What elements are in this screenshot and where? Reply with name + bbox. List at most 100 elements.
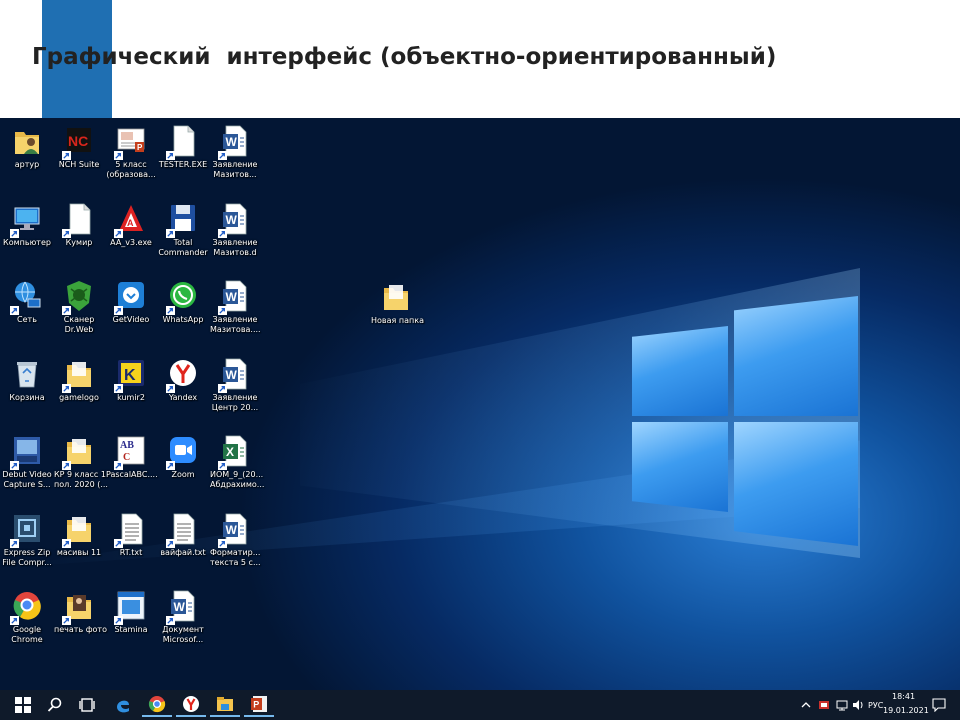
desktop-shortcut[interactable]: Google Chrome bbox=[2, 589, 52, 645]
desktop-shortcut[interactable]: W Заявление Мазитов.d bbox=[210, 202, 260, 258]
svg-text:P: P bbox=[137, 143, 143, 152]
yandex-button[interactable] bbox=[176, 693, 206, 717]
desktop-shortcut[interactable]: gamelogo bbox=[54, 357, 104, 403]
desktop-shortcut[interactable]: КР 9 класс 1 пол. 2020 (... bbox=[54, 434, 108, 490]
express-zip-icon bbox=[10, 512, 42, 548]
word-document-icon: W bbox=[218, 512, 250, 548]
search-icon bbox=[47, 697, 62, 712]
desktop-shortcut-label: Заявление Мазитов... bbox=[212, 160, 258, 179]
user-folder-icon bbox=[12, 124, 42, 158]
explorer-button[interactable] bbox=[210, 693, 240, 717]
desktop-shortcut[interactable]: X ИОМ_9_(20... Абдрахимо... bbox=[210, 434, 264, 490]
chrome-icon bbox=[148, 696, 166, 713]
desktop-shortcut[interactable]: P 5 класс (образова... bbox=[106, 124, 156, 180]
computer-icon bbox=[10, 202, 42, 238]
desktop-shortcut-label: AA_v3.exe bbox=[110, 237, 152, 247]
desktop-shortcut-label: Документ Microsof... bbox=[162, 625, 204, 644]
task-view-button[interactable] bbox=[72, 693, 102, 717]
desktop-shortcut[interactable]: Zoom bbox=[158, 434, 208, 480]
desktop-shortcut[interactable]: Новая папка bbox=[371, 280, 424, 326]
whatsapp-icon bbox=[166, 279, 198, 315]
desktop-shortcut[interactable]: Debut Video Capture S... bbox=[2, 434, 52, 490]
desktop-shortcut-label: КР 9 класс 1 пол. 2020 (... bbox=[54, 470, 108, 489]
ammyy-admin-icon: A bbox=[114, 202, 146, 238]
desktop-shortcut[interactable]: A AA_v3.exe bbox=[106, 202, 156, 248]
chrome-button[interactable] bbox=[142, 693, 172, 717]
desktop-shortcut-label: RT.txt bbox=[119, 547, 143, 557]
photo-folder-icon bbox=[62, 589, 94, 625]
svg-text:K: K bbox=[124, 367, 136, 384]
desktop-shortcut[interactable]: Kkumir2 bbox=[106, 357, 156, 403]
desktop-shortcut-label: Express Zip File Compr... bbox=[2, 547, 52, 567]
clock-date[interactable]: 19.01.2021 bbox=[883, 706, 929, 715]
desktop-shortcut[interactable]: W Документ Microsof... bbox=[158, 589, 208, 645]
language-indicator[interactable]: РУС bbox=[868, 701, 883, 710]
svg-text:W: W bbox=[226, 135, 238, 149]
network-button[interactable] bbox=[834, 693, 850, 717]
desktop-shortcut-label: TESTER.EXE bbox=[158, 160, 208, 169]
getvideo-icon bbox=[114, 279, 146, 315]
debut-video-icon bbox=[10, 434, 42, 470]
folder-icon bbox=[381, 280, 411, 314]
desktop-shortcut-label: Stamina bbox=[114, 625, 148, 634]
word-document-icon: W bbox=[218, 202, 250, 238]
desktop-shortcut[interactable]: W Форматир... текста 5 с... bbox=[210, 512, 261, 568]
notifications-button[interactable] bbox=[930, 693, 948, 717]
desktop-shortcut-label: WhatsApp bbox=[162, 315, 204, 324]
tray-app-button[interactable] bbox=[816, 693, 832, 717]
powerpoint-button[interactable]: P bbox=[244, 693, 274, 717]
yandex-browser-icon bbox=[166, 357, 198, 393]
desktop-shortcut[interactable]: AB C PascalABC.... bbox=[106, 434, 158, 480]
clock-time[interactable]: 18:41 bbox=[892, 692, 915, 701]
tray-app-icon bbox=[819, 701, 829, 709]
desktop-shortcut-label: Сеть bbox=[17, 315, 37, 324]
desktop-shortcut[interactable]: печать фото bbox=[54, 589, 107, 635]
folder-icon bbox=[62, 512, 94, 548]
start-button[interactable] bbox=[8, 693, 38, 717]
kumir2-icon: K bbox=[114, 357, 146, 393]
desktop-shortcut[interactable]: TESTER.EXE bbox=[158, 124, 208, 170]
network-icon bbox=[836, 700, 848, 711]
desktop-shortcut[interactable]: WhatsApp bbox=[158, 279, 208, 325]
desktop-shortcut[interactable]: Express Zip File Compr... bbox=[2, 512, 52, 568]
desktop-shortcut-label: Zoom bbox=[171, 470, 195, 479]
search-button[interactable] bbox=[40, 693, 70, 717]
desktop-shortcut-label: GetVideo bbox=[112, 315, 150, 324]
desktop-shortcut[interactable]: Stamina bbox=[106, 589, 156, 635]
desktop-shortcut[interactable]: Сканер Dr.Web bbox=[54, 279, 104, 335]
windows-logo-icon bbox=[15, 697, 31, 713]
desktop-shortcut[interactable]: RT.txt bbox=[106, 512, 156, 558]
desktop-shortcut[interactable]: W Заявление Центр 20... bbox=[210, 357, 260, 413]
desktop-shortcut[interactable]: W Заявление Мазитова.... bbox=[210, 279, 261, 335]
desktop-shortcut-label: Debut Video Capture S... bbox=[2, 470, 52, 489]
svg-text:P: P bbox=[253, 700, 259, 710]
desktop-shortcut-label: 5 класс (образова... bbox=[106, 160, 156, 179]
edge-button[interactable] bbox=[108, 693, 138, 717]
stamina-icon bbox=[114, 589, 146, 625]
desktop-shortcut[interactable]: масивы 11 bbox=[54, 512, 104, 558]
desktop-shortcut[interactable]: W Заявление Мазитов... bbox=[210, 124, 260, 180]
desktop-shortcut[interactable]: Компьютер bbox=[2, 202, 52, 248]
desktop-shortcut[interactable]: вайфай.txt bbox=[158, 512, 208, 558]
blank-file-icon bbox=[166, 124, 198, 160]
desktop-shortcut[interactable]: Кумир bbox=[54, 202, 104, 248]
action-center-icon bbox=[932, 698, 946, 712]
volume-button[interactable] bbox=[850, 693, 866, 717]
wallpaper-windows-logo bbox=[632, 296, 858, 546]
desktop-shortcut[interactable]: Сеть bbox=[2, 279, 52, 325]
desktop-shortcut[interactable]: Корзина bbox=[2, 357, 52, 403]
recycle-bin-icon bbox=[12, 357, 42, 391]
desktop-shortcut-label: NCH Suite bbox=[58, 160, 100, 169]
desktop-shortcut[interactable]: артур bbox=[2, 124, 52, 170]
desktop-shortcut-label: Google Chrome bbox=[11, 625, 43, 644]
show-hidden-icons-button[interactable] bbox=[798, 693, 814, 717]
svg-text:AB: AB bbox=[120, 440, 134, 451]
desktop-shortcut[interactable]: Total Commander bbox=[158, 202, 208, 258]
desktop[interactable]: артур NC NCH Suite P 5 класс (образова... TES… bbox=[0, 118, 960, 690]
folder-icon bbox=[62, 357, 94, 393]
desktop-shortcut[interactable]: NC NCH Suite bbox=[54, 124, 104, 170]
nch-suite-icon: NC bbox=[62, 124, 94, 160]
desktop-shortcut[interactable]: Yandex bbox=[158, 357, 208, 403]
desktop-shortcut[interactable]: GetVideo bbox=[106, 279, 156, 325]
svg-text:W: W bbox=[226, 213, 238, 227]
